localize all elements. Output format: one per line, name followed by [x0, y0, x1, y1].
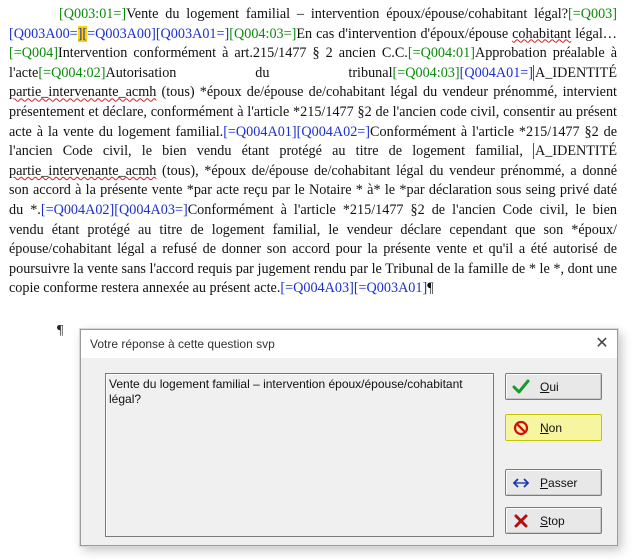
- doc-text: Intervention conformément à art.215/1477…: [57, 45, 408, 62]
- oui-accesskey: O: [540, 379, 550, 394]
- stop-button[interactable]: Stop: [505, 507, 602, 534]
- stop-label-rest: top: [548, 513, 565, 528]
- skip-arrows-icon: [506, 476, 536, 490]
- oui-label-rest: ui: [549, 379, 559, 394]
- field-code: [=Q004]: [9, 45, 58, 62]
- field-code: [=Q004A01]: [223, 123, 297, 140]
- document-paragraph: [Q003:01=]Vente du logement familial – i…: [9, 5, 617, 299]
- question-box: Vente du logement familial – interventio…: [105, 373, 494, 537]
- spelling-error: partie_intervenante_acmh: [9, 84, 157, 101]
- oui-label: Oui: [536, 380, 601, 394]
- close-icon[interactable]: ✕: [591, 333, 613, 355]
- field-code: =Q003A00]: [87, 25, 156, 42]
- text-cursor-highlight: ][: [77, 25, 88, 42]
- field-code: [Q003A01=]: [155, 25, 230, 42]
- doc-text: légal…: [571, 25, 617, 42]
- field-code: [Q003:01=]: [59, 6, 127, 22]
- field-code: [=Q004A03]: [280, 280, 354, 297]
- field-code: [Q003A00=: [9, 25, 78, 42]
- field-code: [=Q004:03]: [392, 64, 460, 81]
- passer-accesskey: P: [540, 475, 549, 490]
- dialog-title: Votre réponse à cette question svp: [90, 337, 275, 351]
- question-dialog: Votre réponse à cette question svp ✕ Ven…: [80, 329, 618, 546]
- pilcrow-mark: ¶: [427, 280, 434, 297]
- document-body[interactable]: [Q003:01=]Vente du logement familial – i…: [9, 5, 617, 299]
- passer-label: Passer: [536, 476, 601, 490]
- checkmark-icon: [506, 379, 536, 395]
- doc-text: Vente du logement familial – interventio…: [126, 6, 569, 22]
- pilcrow-mark: ¶: [57, 323, 64, 338]
- stop-label: Stop: [536, 514, 601, 528]
- field-code: [=Q003]: [568, 6, 617, 22]
- field-code: [=Q003A01]: [353, 280, 428, 297]
- doc-text: A_IDENTITÉ: [535, 143, 617, 160]
- doc-text: (tous): [156, 162, 196, 179]
- question-text: Vente du logement familial – interventio…: [109, 377, 463, 406]
- doc-text: (tous): [156, 84, 195, 101]
- field-code: [Q004A01=]: [459, 64, 534, 81]
- oui-button[interactable]: Oui: [505, 373, 602, 400]
- passer-label-rest: asser: [548, 475, 578, 490]
- non-accesskey: N: [540, 420, 549, 435]
- non-button[interactable]: Non: [505, 414, 602, 441]
- spelling-error: partie_intervenante_acmh: [9, 162, 157, 179]
- field-code: [Q004A03=]: [114, 201, 188, 218]
- field-code: [=Q004:02]: [38, 64, 106, 81]
- field-code: [=Q004:01]: [407, 45, 475, 62]
- field-code: [Q004A02=]: [296, 123, 371, 140]
- cross-icon: [506, 514, 536, 528]
- field-code: [=Q004A02]: [40, 201, 115, 218]
- field-code: [Q004:03=]: [229, 25, 297, 42]
- dialog-titlebar[interactable]: Votre réponse à cette question svp ✕: [81, 330, 617, 358]
- spelling-error: cohabitant: [512, 25, 572, 42]
- doc-text: En cas d'intervention d'époux/épouse: [296, 25, 513, 42]
- prohibited-icon: [506, 420, 536, 436]
- non-label-rest: on: [548, 420, 563, 435]
- stop-accesskey: S: [540, 513, 549, 528]
- non-label: Non: [536, 421, 601, 435]
- doc-text: Autorisation du tribunal: [105, 64, 393, 81]
- doc-text: A_IDENTITÉ: [535, 64, 617, 81]
- passer-button[interactable]: Passer: [505, 469, 602, 496]
